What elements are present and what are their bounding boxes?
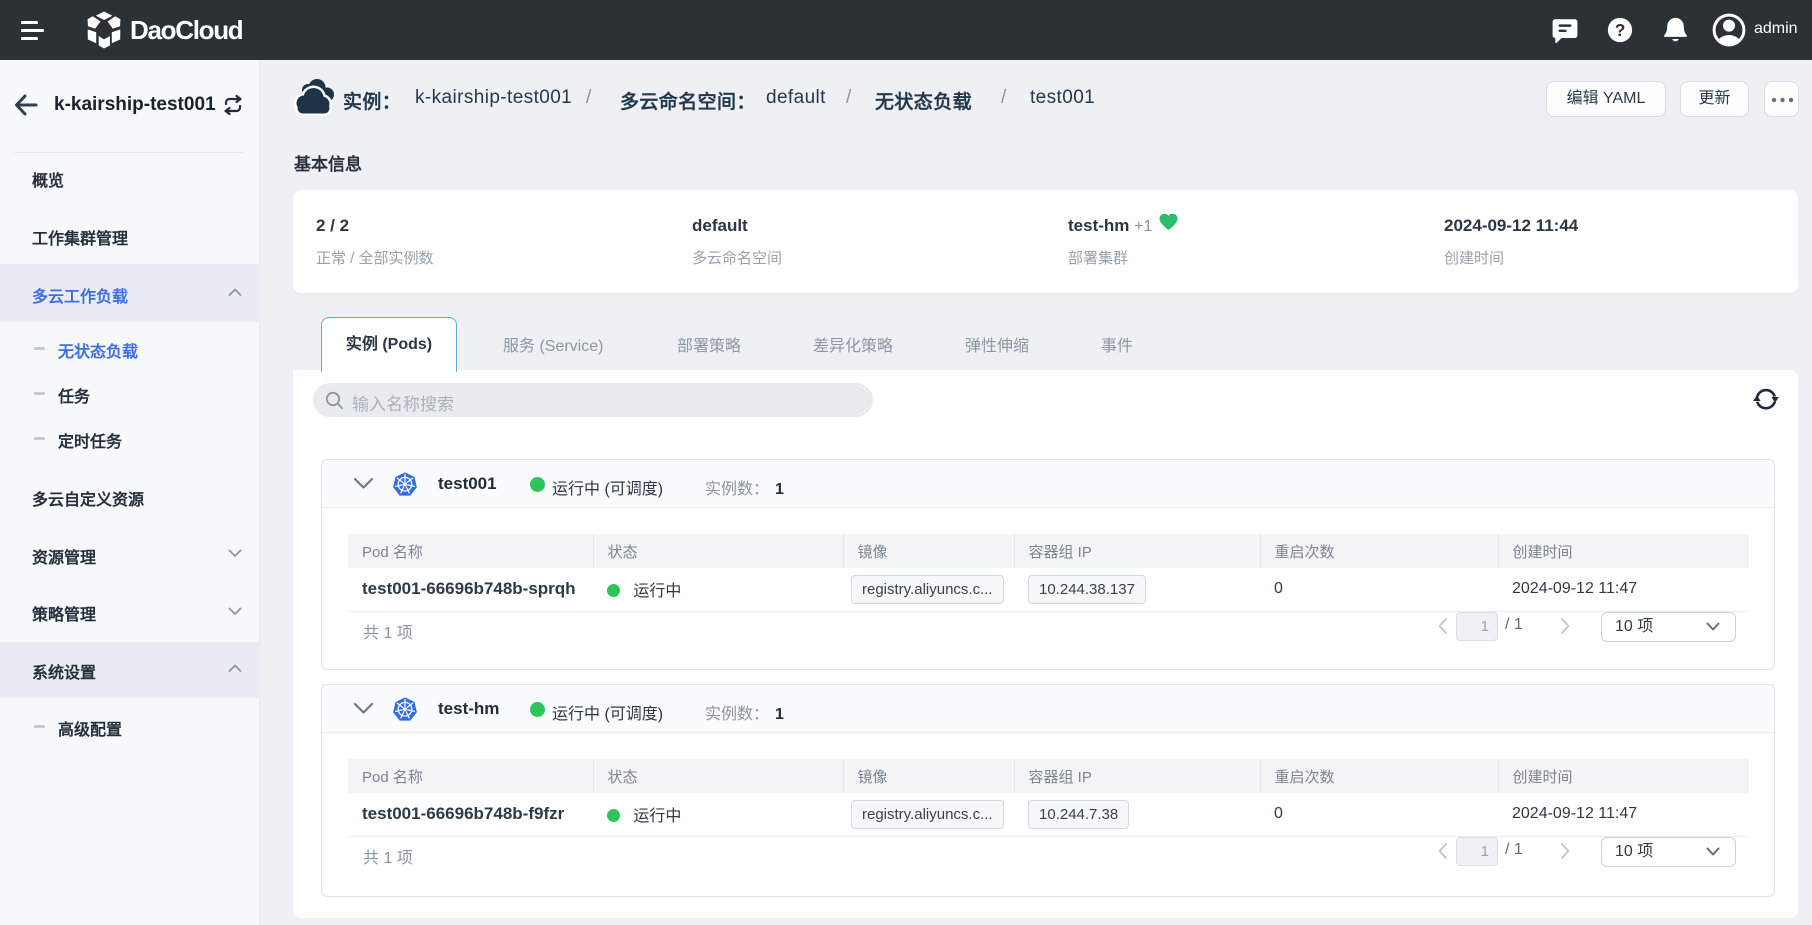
svg-text:?: ? — [1615, 20, 1626, 40]
